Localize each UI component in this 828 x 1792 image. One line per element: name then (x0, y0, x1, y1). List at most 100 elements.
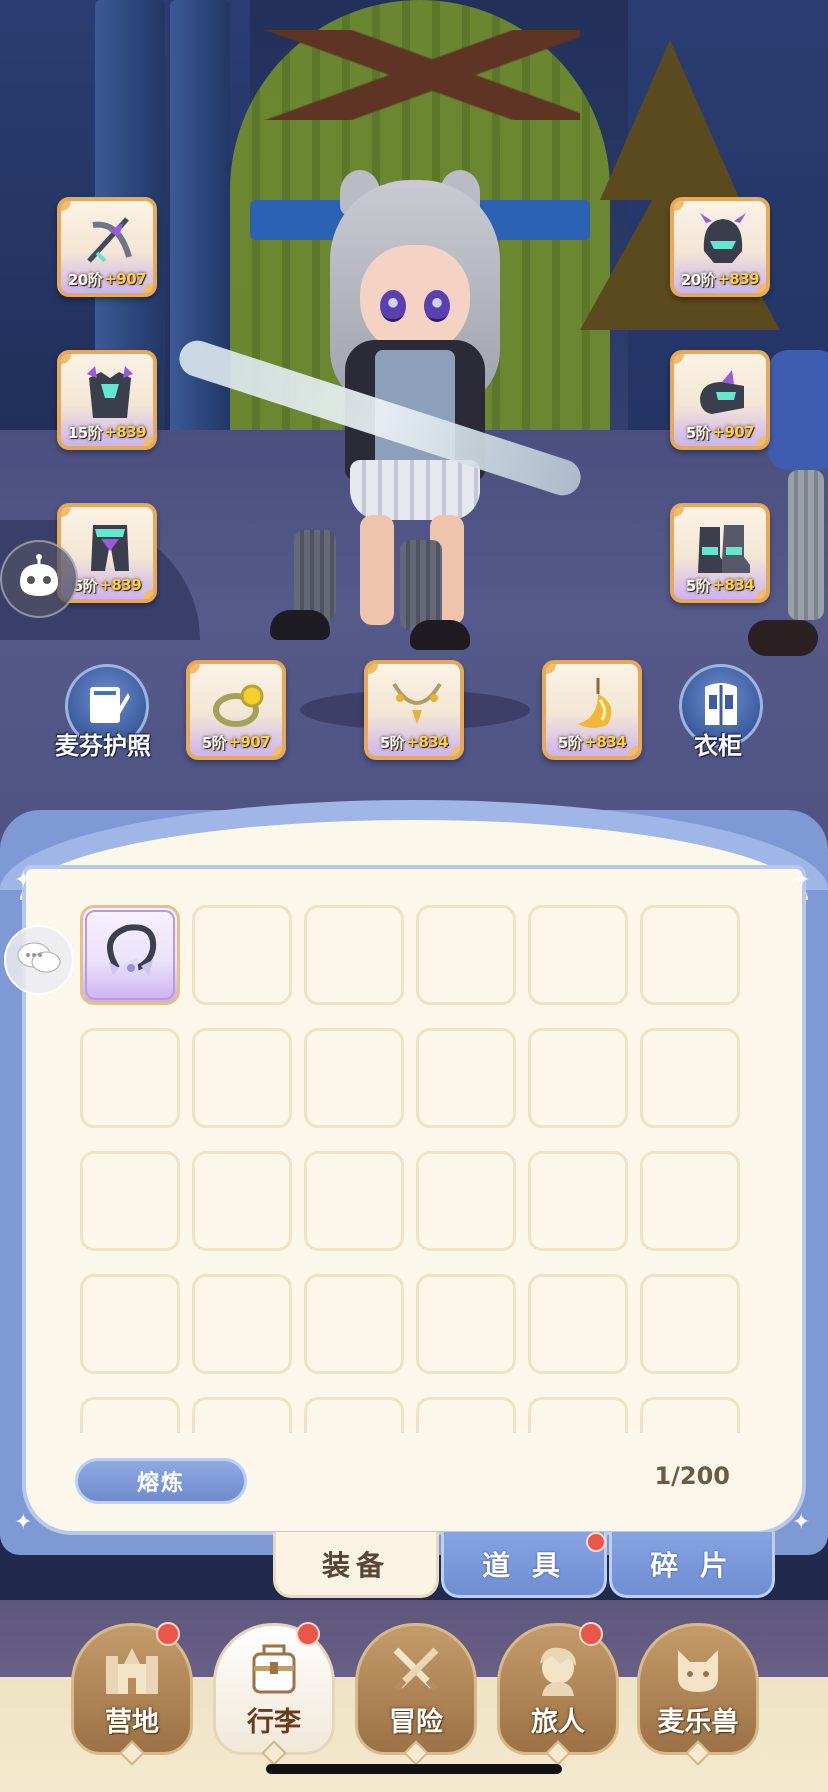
inventory-slot-empty[interactable] (416, 905, 516, 1005)
wardrobe-label: 衣柜 (694, 732, 742, 760)
home-indicator[interactable] (266, 1764, 562, 1774)
equip-tier: 5阶 (379, 733, 405, 752)
inventory-slot-empty[interactable] (80, 1028, 180, 1128)
inventory-slot-empty[interactable] (192, 905, 292, 1005)
equip-slot-weapon[interactable]: 20阶 +907 (57, 197, 157, 297)
passport-book-icon (82, 679, 132, 733)
character-skirt (350, 460, 480, 520)
inventory-slot-empty[interactable] (304, 1151, 404, 1251)
inventory-slot-empty[interactable] (416, 1397, 516, 1433)
inventory-slot-empty[interactable] (640, 1397, 740, 1433)
tab-equipment[interactable]: 装备 (273, 1532, 439, 1598)
inventory-slot-empty[interactable] (416, 1274, 516, 1374)
equip-tier: 5阶 (685, 423, 711, 442)
equip-level-label: 5阶 +834 (546, 730, 638, 754)
crossed-swords-icon (386, 1640, 446, 1700)
tab-fragments[interactable]: 碎 片 (609, 1532, 775, 1598)
corner-star-icon: ✦ (792, 868, 811, 893)
nav-adventure[interactable]: 冒险 (355, 1623, 477, 1766)
equip-bonus: +839 (717, 270, 760, 288)
character-leg (360, 515, 394, 625)
equip-slot-boots[interactable]: 5阶 +834 (670, 503, 770, 603)
assistant-robot-button[interactable] (0, 540, 78, 618)
nav-luggage-badge (296, 1622, 320, 1646)
equip-bonus: +834 (712, 576, 755, 594)
character-sock (294, 530, 336, 620)
inventory-grid-viewport[interactable] (80, 905, 760, 1433)
inventory-slot-empty[interactable] (416, 1028, 516, 1128)
inventory-slot-empty[interactable] (192, 1028, 292, 1128)
inventory-slot-empty[interactable] (80, 1397, 180, 1433)
corner-star-icon: ✦ (14, 1510, 33, 1535)
character-face (360, 245, 470, 355)
hair-tie-icon (97, 918, 167, 992)
inventory-slot-empty[interactable] (528, 1028, 628, 1128)
character-sock (400, 540, 442, 630)
inventory-slot-empty[interactable] (640, 1274, 740, 1374)
equip-bonus: +839 (99, 576, 142, 594)
equip-slot-charm[interactable]: 5阶 +834 (542, 660, 642, 760)
inventory-slot-empty[interactable] (640, 905, 740, 1005)
character-eye (424, 290, 450, 322)
nav-pets-label: 麦乐兽 (657, 1707, 739, 1738)
equip-bonus: +834 (584, 733, 627, 751)
inventory-slot-empty[interactable] (640, 1151, 740, 1251)
nav-travelers-badge (579, 1622, 603, 1646)
inventory-slot-empty[interactable] (80, 1151, 180, 1251)
inventory-slot-empty[interactable] (304, 1397, 404, 1433)
inventory-grid (80, 905, 760, 1433)
gauntlet-icon (692, 364, 754, 426)
helmet-icon (692, 211, 754, 273)
tab-items[interactable]: 道 具 (441, 1532, 607, 1598)
equip-level-label: 5阶 +907 (674, 420, 766, 444)
inventory-slot-empty[interactable] (528, 1274, 628, 1374)
equip-tier: 20阶 (67, 270, 103, 289)
equip-slot-gauntlet[interactable]: 5阶 +907 (670, 350, 770, 450)
equip-tier: 5阶 (201, 733, 227, 752)
equip-tier: 15阶 (67, 423, 103, 442)
nav-travelers[interactable]: 旅人 (497, 1623, 619, 1766)
pants-icon (79, 517, 141, 579)
traveler-icon (528, 1640, 588, 1700)
nav-camp-label: 营地 (105, 1707, 159, 1738)
castle-icon (102, 1640, 162, 1700)
inventory-slot-empty[interactable] (528, 1397, 628, 1433)
wooden-arch (250, 30, 580, 120)
equip-slot-necklace[interactable]: 5阶 +834 (364, 660, 464, 760)
chat-button[interactable] (4, 925, 74, 995)
nav-travelers-label: 旅人 (531, 1707, 585, 1738)
wardrobe-icon (697, 679, 745, 733)
equip-slot-helmet[interactable]: 20阶 +839 (670, 197, 770, 297)
equip-level-label: 20阶 +907 (61, 267, 153, 291)
ring-icon (208, 674, 270, 736)
inventory-slot-empty[interactable] (416, 1151, 516, 1251)
equip-bonus: +907 (228, 733, 271, 751)
inventory-slot-hair-tie[interactable] (80, 905, 180, 1005)
inventory-slot-empty[interactable] (640, 1028, 740, 1128)
equip-slot-ring[interactable]: 5阶 +907 (186, 660, 286, 760)
tab-items-badge (586, 1532, 606, 1552)
inventory-slot-empty[interactable] (304, 905, 404, 1005)
nav-pets[interactable]: 麦乐兽 (637, 1623, 759, 1766)
inventory-slot-empty[interactable] (528, 905, 628, 1005)
inventory-slot-empty[interactable] (528, 1151, 628, 1251)
corner-star-icon: ✦ (792, 1510, 811, 1535)
corner-star-icon: ✦ (14, 868, 33, 893)
equip-slot-armor[interactable]: 15阶 +839 (57, 350, 157, 450)
character-shoe (410, 620, 470, 650)
companion-body (768, 350, 828, 470)
inventory-slot-empty[interactable] (304, 1028, 404, 1128)
inventory-slot-empty[interactable] (80, 1274, 180, 1374)
nav-adventure-label: 冒险 (389, 1707, 443, 1738)
nav-luggage[interactable]: 行李 (213, 1623, 335, 1766)
equip-tier: 5阶 (685, 576, 711, 595)
equip-bonus: +839 (104, 423, 147, 441)
robot-icon (14, 554, 64, 604)
inventory-slot-empty[interactable] (304, 1274, 404, 1374)
inventory-slot-empty[interactable] (192, 1397, 292, 1433)
armor-icon (79, 364, 141, 426)
smelt-button[interactable]: 熔炼 (75, 1458, 247, 1504)
inventory-slot-empty[interactable] (192, 1151, 292, 1251)
inventory-slot-empty[interactable] (192, 1274, 292, 1374)
bow-icon (79, 211, 141, 273)
